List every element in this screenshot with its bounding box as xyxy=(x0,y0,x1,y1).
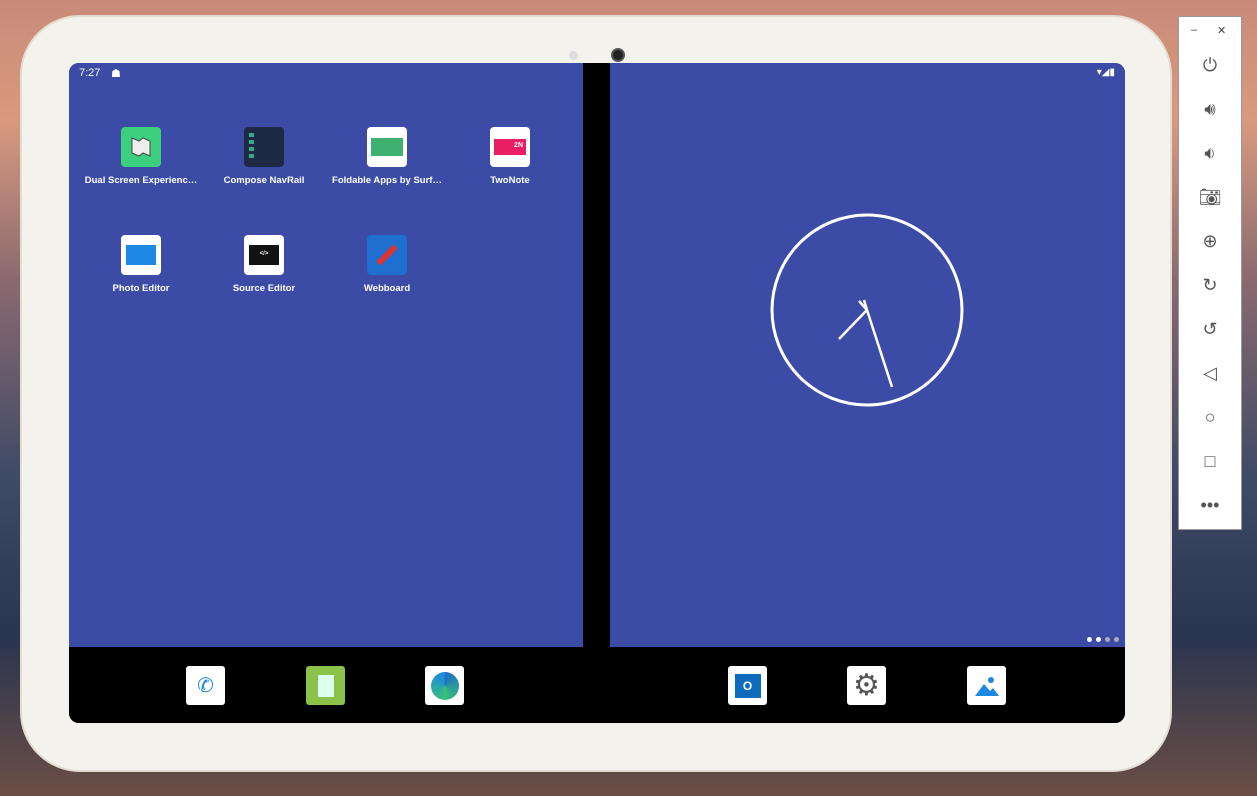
source-editor-icon: </> xyxy=(244,235,284,275)
dock: ✆ O ⚙ xyxy=(69,647,1125,723)
sensor xyxy=(569,51,578,60)
app-label: Webboard xyxy=(363,283,411,294)
close-button[interactable]: ✕ xyxy=(1217,24,1226,37)
app-photo-editor[interactable]: Photo Editor xyxy=(81,235,201,294)
camera-icon[interactable]: 📷︎ xyxy=(1197,184,1223,210)
app-foldable[interactable]: Foldable Apps by Surf… xyxy=(327,127,447,186)
app-dual-screen[interactable]: Dual Screen Experienc… xyxy=(81,127,201,186)
photos-icon[interactable] xyxy=(967,666,1006,705)
photo-editor-icon xyxy=(121,235,161,275)
app-label: Compose NavRail xyxy=(223,175,305,186)
overview-icon[interactable]: □ xyxy=(1197,448,1223,474)
right-screen: ▾◢▮ xyxy=(610,63,1125,647)
status-time: 7:27 xyxy=(79,67,101,79)
app-label: Source Editor xyxy=(232,283,296,294)
pencil-icon xyxy=(367,235,407,275)
app-label: Dual Screen Experienc… xyxy=(84,175,198,186)
navrail-icon xyxy=(244,127,284,167)
foldable-icon xyxy=(367,127,407,167)
analog-clock[interactable] xyxy=(769,212,965,408)
camera xyxy=(611,48,625,62)
status-icons: ▾◢▮ xyxy=(1096,67,1115,78)
app-compose-navrail[interactable]: Compose NavRail xyxy=(204,127,324,186)
settings-icon[interactable]: ⚙ xyxy=(847,666,886,705)
minimize-button[interactable]: – xyxy=(1191,24,1197,36)
zoom-icon[interactable]: ⊕ xyxy=(1197,228,1223,254)
left-screen: 7:27 ☗ Dual Screen Experienc… Compose Na… xyxy=(69,63,583,647)
volume-down-icon[interactable]: 🔉︎ xyxy=(1197,140,1223,166)
rotate-right-icon[interactable]: ↻ xyxy=(1197,272,1223,298)
power-icon[interactable]: ⏻ xyxy=(1197,52,1223,78)
outlook-icon[interactable]: O xyxy=(728,666,767,705)
emulator-toolbar: – ✕ ⏻ 🔊︎ 🔉︎ 📷︎ ⊕ ↻ ↺ ◁ ○ □ ••• xyxy=(1178,16,1242,530)
app-label: Foldable Apps by Surf… xyxy=(332,175,442,186)
edge-icon[interactable] xyxy=(425,666,464,705)
map-fold-icon xyxy=(121,127,161,167)
hour-hand xyxy=(838,309,868,340)
notes-icon[interactable] xyxy=(306,666,345,705)
twonote-icon: 2N xyxy=(490,127,530,167)
phone-icon[interactable]: ✆ xyxy=(186,666,225,705)
screen: 7:27 ☗ Dual Screen Experienc… Compose Na… xyxy=(69,63,1125,723)
page-indicator xyxy=(1087,637,1119,642)
app-label: TwoNote xyxy=(490,175,530,186)
volume-up-icon[interactable]: 🔊︎ xyxy=(1197,96,1223,122)
app-twonote[interactable]: 2N TwoNote xyxy=(450,127,570,186)
app-label: Photo Editor xyxy=(112,283,170,294)
app-source-editor[interactable]: </> Source Editor xyxy=(204,235,324,294)
more-icon[interactable]: ••• xyxy=(1197,492,1223,518)
minute-hand xyxy=(865,309,894,388)
back-icon[interactable]: ◁ xyxy=(1197,360,1223,386)
app-webboard[interactable]: Webboard xyxy=(327,235,447,294)
notification-icon: ☗ xyxy=(111,68,121,80)
home-icon[interactable]: ○ xyxy=(1197,404,1223,430)
rotate-left-icon[interactable]: ↺ xyxy=(1197,316,1223,342)
